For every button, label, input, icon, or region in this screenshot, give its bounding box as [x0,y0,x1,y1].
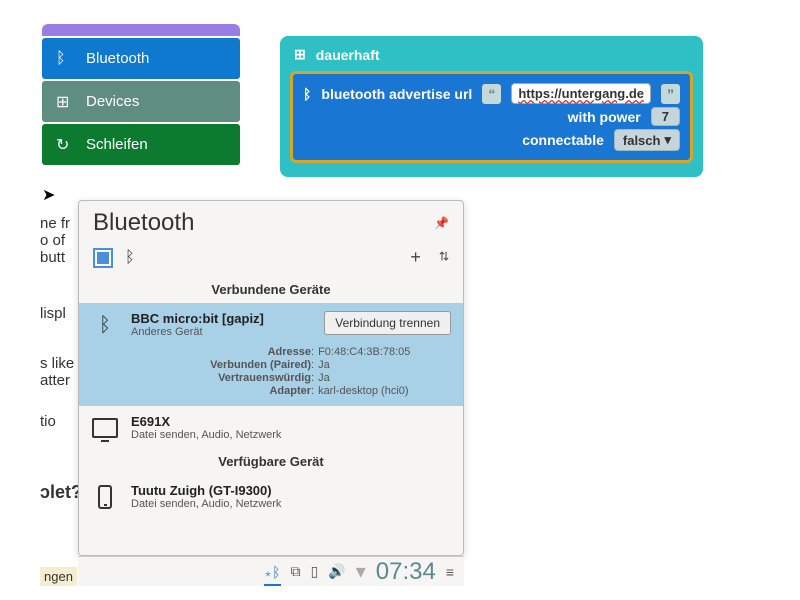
category-devices[interactable]: ⊞ Devices [42,81,240,122]
advertise-label: bluetooth advertise url [321,86,472,102]
device-details: Adresse:F0:48:C4:3B:78:05 Verbunden (Pai… [131,346,451,397]
quote-open-icon: “ [482,84,501,104]
category-purple-edge [42,24,240,36]
bg-text: lispl [40,305,66,322]
device-subtitle: Datei senden, Audio, Netzwerk [131,498,451,510]
bg-text: o of [40,232,65,249]
taskbar: ∗ᛒ ⧉ ▯ 🔊 ▾ 07:34 ≡ [78,556,464,586]
device-name: Tuutu Zuigh (GT-I9300) [131,483,451,498]
tray-battery-icon[interactable]: ▯ [311,563,319,580]
bluetooth-icon: ᛒ [56,50,74,68]
device-tuutu[interactable]: Tuutu Zuigh (GT-I9300) Datei senden, Aud… [79,475,463,519]
bg-text: s like [40,355,74,372]
category-bluetooth[interactable]: ᛒ Bluetooth [42,38,240,79]
bluetooth-panel: Bluetooth 📌 ᛒ + Verbundene Geräte ᛒ BBC … [78,200,464,556]
panel-title: Bluetooth [93,209,194,237]
bg-text: ngen [40,567,77,586]
mouse-cursor-icon: ➤ [42,185,55,205]
category-label: Schleifen [86,136,148,153]
device-subtitle: Datei senden, Audio, Netzwerk [131,429,451,441]
bluetooth-toggle[interactable] [93,248,113,268]
tray-bluetooth-icon[interactable]: ∗ᛒ [264,564,281,580]
device-name: E691X [131,414,451,429]
bg-text: butt [40,249,65,266]
phone-icon [91,483,119,511]
bluetooth-icon: ᛒ [125,249,135,267]
separator: ▾ [356,559,366,584]
bg-text: atter [40,372,70,389]
category-label: Bluetooth [86,50,149,67]
connectable-dropdown[interactable]: falsch ▾ [614,129,680,151]
bluetooth-icon: ᛒ [303,86,311,102]
pin-icon[interactable]: 📌 [434,216,449,230]
clock[interactable]: 07:34 [376,558,436,586]
category-label: Devices [86,93,139,110]
bg-text: ne fr [40,215,70,232]
add-device-button[interactable]: + [410,247,421,268]
bg-text: tio [40,413,56,430]
devices-icon: ⊞ [56,92,74,112]
grid-icon: ⊞ [294,46,306,63]
tray-menu-icon[interactable]: ≡ [446,564,454,580]
category-loops[interactable]: ↻ Schleifen [42,124,240,165]
bg-text: ɔlet? [40,482,82,503]
settings-sliders-icon[interactable] [439,247,449,268]
advertise-url-block[interactable]: ᛒ bluetooth advertise url “ https://unte… [290,71,693,163]
available-header: Verfügbare Gerät [79,450,463,475]
tray-volume-icon[interactable]: 🔊 [328,563,345,580]
disconnect-button[interactable]: Verbindung trennen [324,311,451,335]
forever-block[interactable]: ⊞ dauerhaft ᛒ bluetooth advertise url “ … [280,36,703,177]
forever-label: dauerhaft [316,47,380,63]
device-subtitle: Anderes Gerät [131,326,264,338]
power-label: with power [568,109,641,125]
bluetooth-icon: ᛒ [91,311,119,339]
url-input[interactable]: https://untergang.de [511,83,651,104]
connected-header: Verbundene Geräte [79,278,463,303]
monitor-icon [91,414,119,442]
connectable-label: connectable [522,132,604,148]
device-microbit[interactable]: ᛒ BBC micro:bit [gapiz] Anderes Gerät Ve… [79,303,463,406]
power-input[interactable]: 7 [651,107,680,126]
blocks-workspace[interactable]: ⊞ dauerhaft ᛒ bluetooth advertise url “ … [280,36,703,177]
loop-icon: ↻ [56,135,74,155]
tray-display-icon[interactable]: ⧉ [291,563,301,580]
quote-close-icon: ” [661,84,680,104]
device-name: BBC micro:bit [gapiz] [131,311,264,326]
chevron-down-icon: ▾ [664,132,671,148]
device-e691x[interactable]: E691X Datei senden, Audio, Netzwerk [79,406,463,450]
